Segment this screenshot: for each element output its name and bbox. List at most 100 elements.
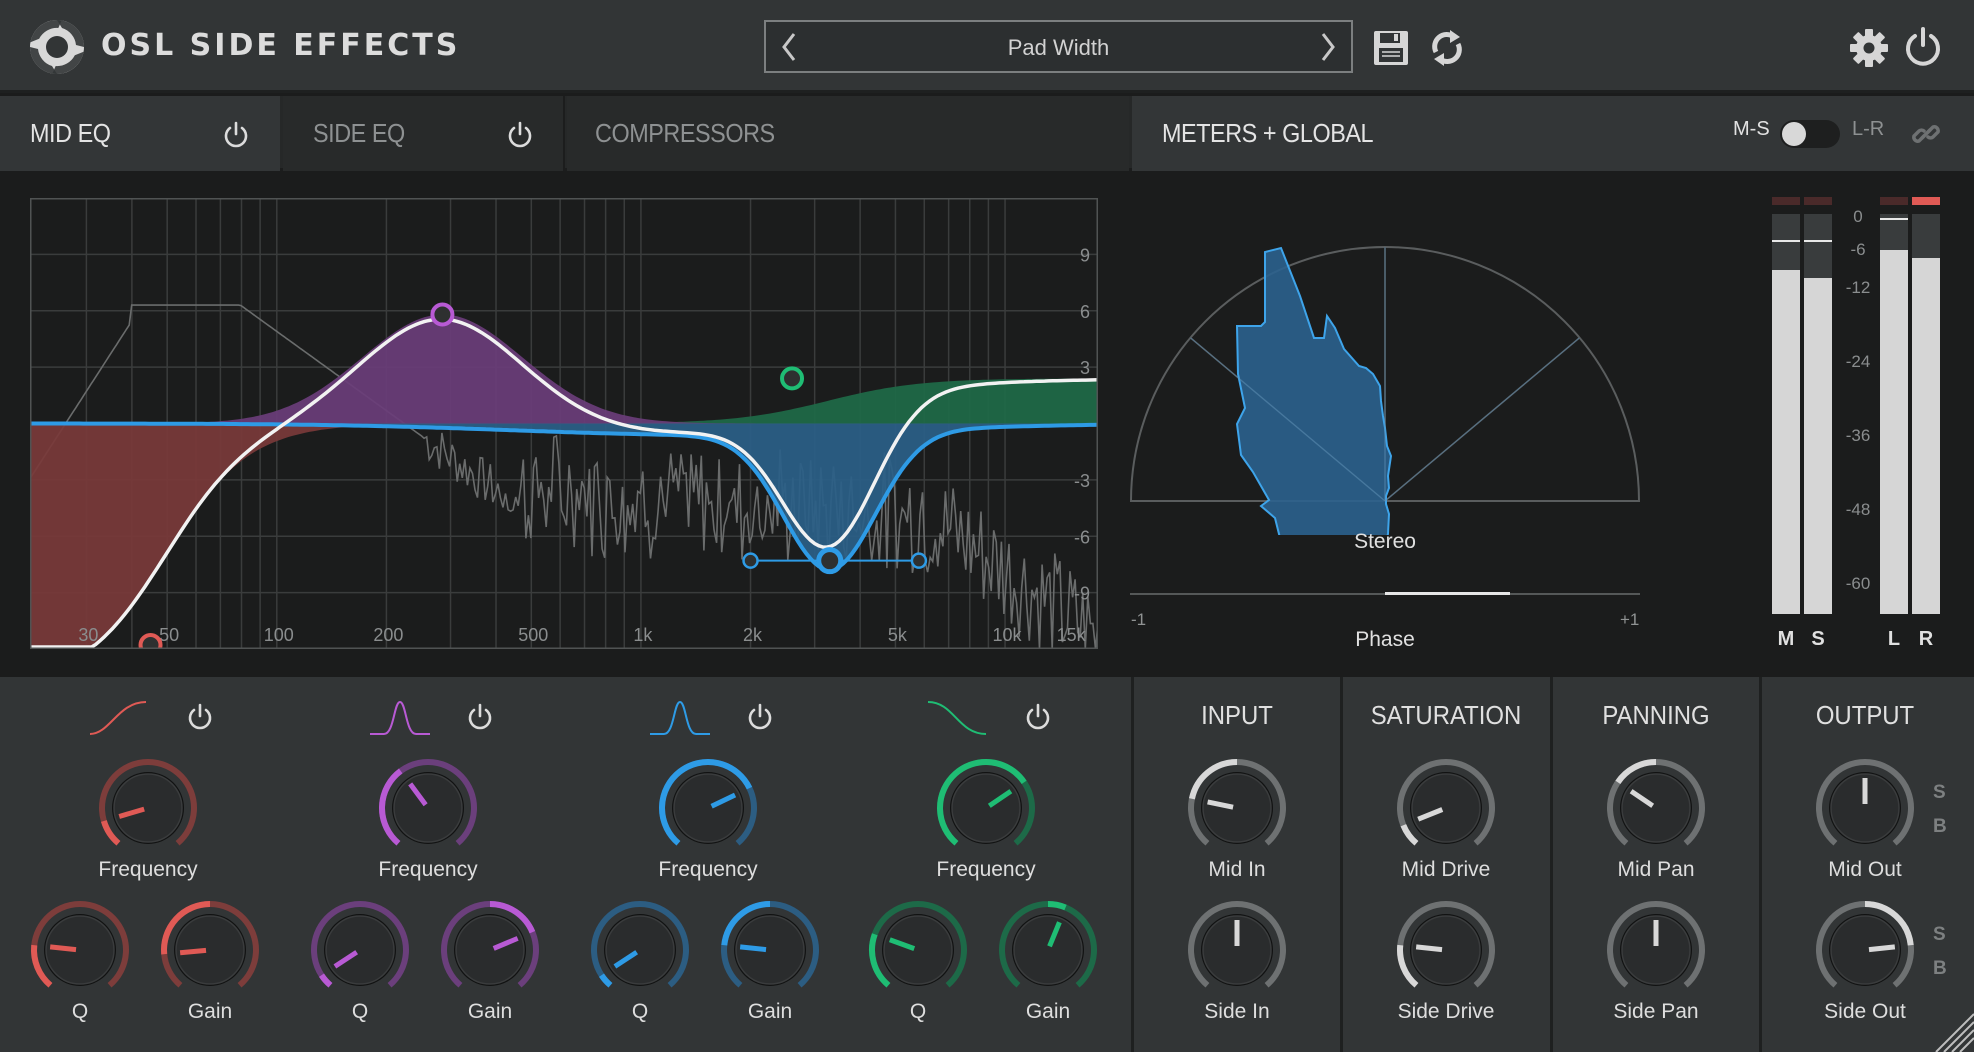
solo-button[interactable]: S — [1933, 924, 1946, 946]
meter-scale-label: -12 — [1845, 278, 1871, 297]
tab-bar: MID EQ SIDE EQ COMPRESSORS METERS + GLOB… — [0, 96, 1974, 171]
solo-button[interactable]: S — [1933, 782, 1946, 804]
q-knob[interactable] — [864, 896, 972, 1004]
global-knob[interactable] — [1183, 896, 1291, 1004]
knob-label: Mid Drive — [1401, 858, 1491, 881]
high-pass-curve-icon[interactable] — [88, 698, 152, 738]
lr-mode-label[interactable]: L-R — [1852, 118, 1884, 141]
bell-2-node[interactable] — [816, 547, 844, 575]
meter-channel-label: M — [1777, 628, 1795, 650]
preset-name[interactable]: Pad Width — [766, 35, 1351, 61]
knob-body — [325, 915, 395, 985]
q-handle[interactable] — [742, 552, 759, 569]
low-shelf-node[interactable] — [138, 633, 163, 649]
knob-body — [1411, 773, 1481, 843]
gain-knob[interactable] — [156, 896, 264, 1004]
band-power-icon[interactable] — [746, 702, 774, 732]
stereo-label: Stereo — [1354, 530, 1416, 553]
freq-tick-label: 500 — [518, 625, 548, 645]
freq-tick-label: 30 — [78, 625, 98, 645]
ms-mode-label[interactable]: M-S — [1733, 118, 1770, 141]
high-shelf-curve-icon[interactable] — [926, 698, 990, 738]
bell-curve-icon[interactable] — [368, 698, 432, 738]
freq-tick-label: 5k — [888, 625, 908, 645]
global-knob[interactable] — [1392, 896, 1500, 1004]
knob-body — [1013, 915, 1083, 985]
preset-selector[interactable]: Pad Width — [764, 20, 1353, 73]
db-tick-label: 6 — [1080, 302, 1090, 322]
knob-value-arc — [1400, 823, 1419, 846]
global-knob[interactable] — [1602, 896, 1710, 1004]
tab-compressors[interactable]: COMPRESSORS — [567, 96, 1129, 171]
knob-label: Gain — [747, 1000, 793, 1023]
q-handle[interactable] — [910, 552, 928, 569]
logo-icon — [30, 20, 84, 74]
ms-lr-toggle[interactable] — [1780, 120, 1840, 148]
power-icon[interactable] — [222, 120, 250, 150]
knob-label: Frequency — [936, 858, 1036, 881]
settings-icon[interactable] — [1849, 28, 1889, 68]
knob-body — [883, 915, 953, 985]
link-icon[interactable] — [1910, 118, 1942, 150]
frequency-knob[interactable] — [654, 754, 762, 862]
db-tick-label: 3 — [1080, 358, 1090, 378]
knob-body — [393, 773, 463, 843]
phase-max-label: +1 — [1620, 610, 1640, 629]
clip-indicator[interactable] — [1772, 197, 1800, 205]
gain-knob[interactable] — [716, 896, 824, 1004]
section-title: INPUT — [1201, 700, 1273, 730]
refresh-icon[interactable] — [1428, 28, 1466, 68]
db-tick-label: -9 — [1074, 584, 1090, 604]
knob-value-arc — [318, 973, 333, 988]
stereo-guide-overlay — [1384, 337, 1580, 502]
global-knob[interactable] — [1811, 754, 1919, 862]
bell-curve-icon[interactable] — [648, 698, 712, 738]
bell-1-node[interactable] — [430, 302, 455, 327]
knob-body — [113, 773, 183, 843]
save-icon[interactable] — [1373, 30, 1409, 66]
global-knob[interactable] — [1811, 896, 1919, 1004]
stereo-field-meter — [1129, 246, 1641, 535]
power-icon[interactable] — [1903, 26, 1943, 68]
meter-scale-label: 0 — [1853, 207, 1863, 226]
global-knob[interactable] — [1183, 754, 1291, 862]
band-power-icon[interactable] — [1024, 702, 1052, 732]
peak-hold — [1772, 240, 1800, 242]
bypass-button[interactable]: B — [1933, 816, 1947, 838]
clip-indicator[interactable] — [1880, 197, 1908, 205]
clip-indicator[interactable] — [1804, 197, 1832, 205]
knob-value-arc — [1047, 901, 1067, 911]
phase-meter — [1130, 592, 1640, 595]
resize-handle[interactable] — [1930, 1008, 1974, 1052]
knob-label: Gain — [187, 1000, 233, 1023]
power-icon[interactable] — [506, 120, 534, 150]
frequency-knob[interactable] — [94, 754, 202, 862]
band-power-icon[interactable] — [186, 702, 214, 732]
gain-knob[interactable] — [436, 896, 544, 1004]
tab-mid-eq[interactable]: MID EQ — [0, 96, 280, 171]
high-shelf-node[interactable] — [780, 366, 805, 391]
meter-scale-label: -6 — [1850, 240, 1866, 259]
global-knob[interactable] — [1602, 754, 1710, 862]
q-knob[interactable] — [586, 896, 694, 1004]
frequency-knob[interactable] — [932, 754, 1040, 862]
q-knob[interactable] — [306, 896, 414, 1004]
freq-tick-label: 200 — [373, 625, 403, 645]
frequency-knob[interactable] — [374, 754, 482, 862]
knob-label: Mid Out — [1828, 858, 1902, 881]
band-power-icon[interactable] — [466, 702, 494, 732]
q-knob[interactable] — [26, 896, 134, 1004]
chevron-right-icon[interactable] — [1313, 28, 1343, 66]
bypass-button[interactable]: B — [1933, 958, 1947, 980]
knob-label: Frequency — [378, 858, 478, 881]
tab-side-eq[interactable]: SIDE EQ — [283, 96, 565, 171]
global-knob[interactable] — [1392, 754, 1500, 862]
gain-knob[interactable] — [994, 896, 1102, 1004]
knob-label: Mid Pan — [1617, 858, 1695, 881]
meter-fill — [1912, 258, 1940, 614]
divider — [1340, 677, 1343, 1052]
eq-graph[interactable]: 30 50 100 200 500 1k 2k 5k 10k 15k 9 6 3 -3 -6 -9 — [30, 198, 1098, 649]
clip-indicator[interactable] — [1912, 197, 1940, 205]
knob-body — [1202, 773, 1272, 843]
meter-channel-label: R — [1918, 628, 1934, 650]
